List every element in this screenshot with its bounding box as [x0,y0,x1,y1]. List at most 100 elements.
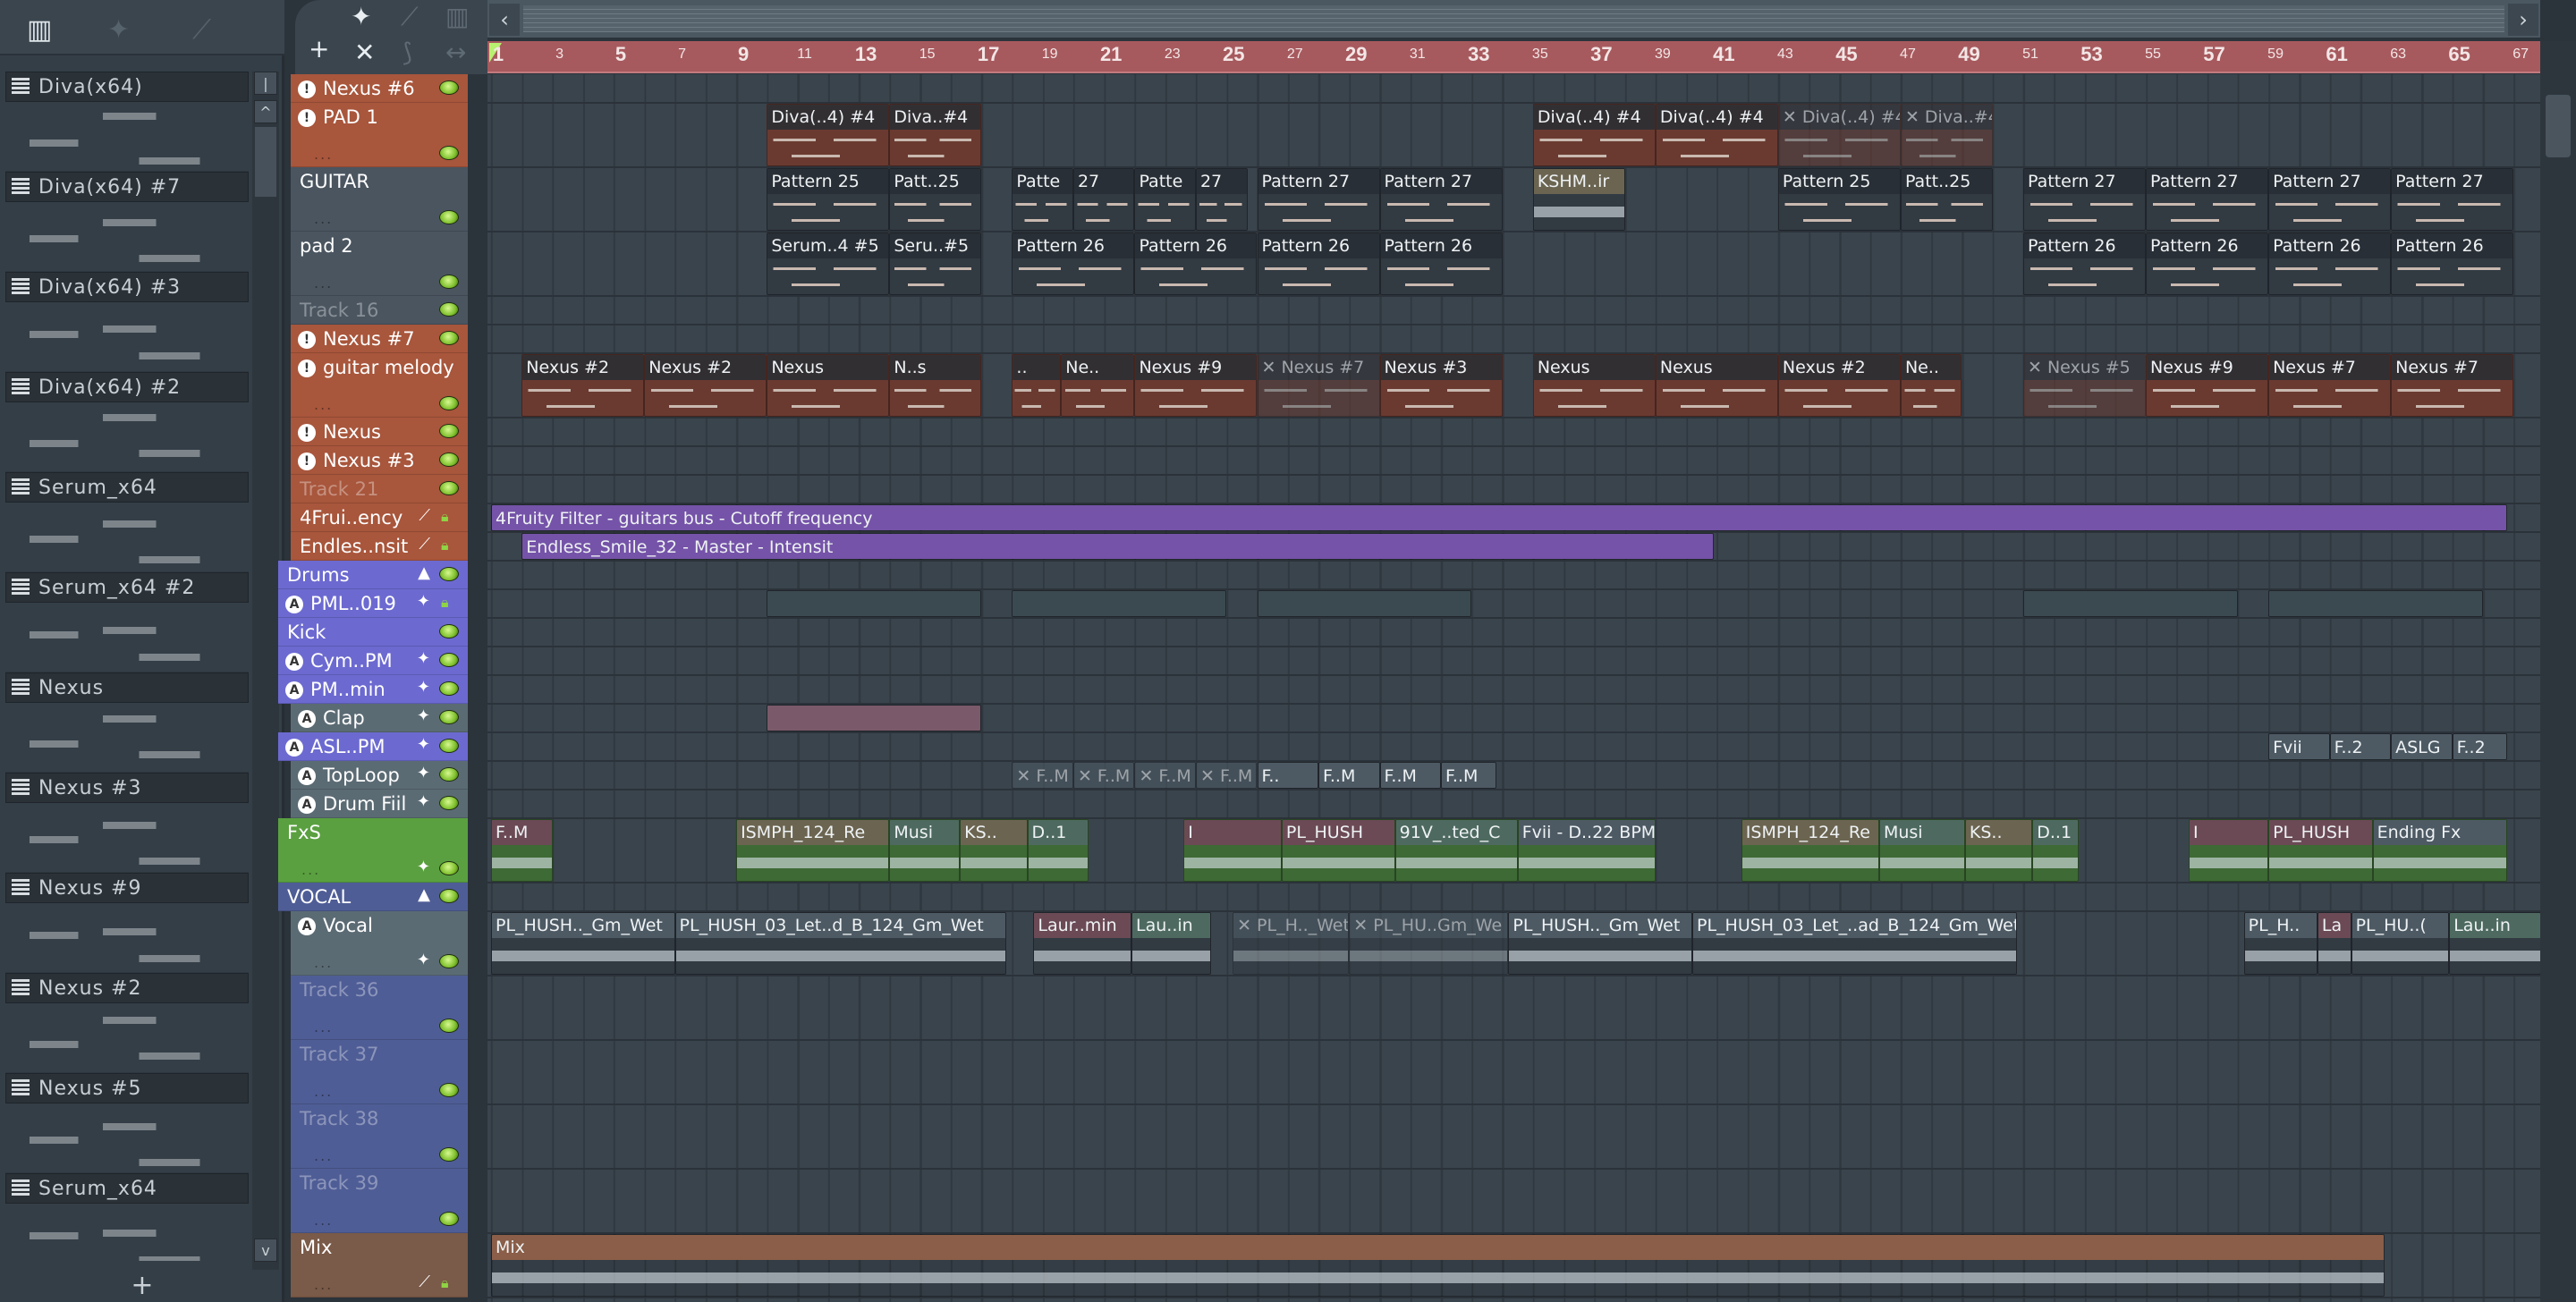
picker-pattern[interactable]: Nexus #3 [5,773,249,873]
audio-clip[interactable]: Lau..in [1131,912,1212,975]
stretch-icon[interactable]: ↔ [445,38,466,67]
bar-number[interactable]: 15 [919,46,936,63]
track-mute-led[interactable] [439,954,459,968]
waveform-icon[interactable]: ✦ [417,706,430,725]
track-header[interactable]: ! Nexus #6 [291,74,468,103]
lock-icon[interactable]: 🔒︎ [441,1274,457,1292]
pattern-clip[interactable]: Nexus [1532,354,1656,417]
track-options-dots[interactable]: ... [314,1276,333,1293]
piano-icon[interactable]: ▥ [27,14,52,46]
track-header[interactable]: VOCAL ▲ [278,883,468,911]
track-name[interactable]: Track 16 [300,300,378,321]
bar-number[interactable]: 41 [1713,43,1734,66]
piano-tool-icon[interactable]: ▥ [445,2,469,31]
pattern-clip[interactable]: Pattern 26 [1134,232,1258,295]
pattern-clip[interactable]: Patte [1134,168,1196,231]
track-header[interactable]: ! Nexus [291,418,468,446]
pattern-clip[interactable]: Pattern 25 [767,168,890,231]
pattern-header[interactable]: Nexus [5,672,249,703]
track-mute-led[interactable] [439,1083,459,1097]
bar-number[interactable]: 17 [978,43,999,66]
track-name[interactable]: PM..min [310,679,386,700]
track-name[interactable]: guitar melody [323,357,454,378]
pattern-clip[interactable]: Nexus #9 [1134,354,1258,417]
bar-number[interactable]: 67 [2512,46,2529,63]
track-header[interactable]: ! Nexus #3 [291,446,468,475]
pattern-clip[interactable]: Pattern 26 [2391,232,2514,295]
pattern-header[interactable]: Diva(x64) #2 [5,372,249,402]
track-name[interactable]: VOCAL [287,886,351,908]
audio-clip[interactable] [2023,590,2238,617]
track-header[interactable]: Track 16 [291,296,468,325]
track-header[interactable]: A Drum Fiil ✦ [291,790,468,818]
track-header[interactable]: pad 2... [291,232,468,296]
track-mute-led[interactable] [439,710,459,724]
lock-icon[interactable]: 🔒︎ [441,537,457,554]
pattern-clip[interactable]: Nexus [1655,354,1778,417]
audio-clip[interactable]: ✕ PL_HU..Gm_We [1349,912,1509,975]
bar-number[interactable]: 31 [1410,46,1426,63]
audio-clip[interactable]: ✕ F..M [1072,762,1135,789]
bar-number[interactable]: 35 [1532,46,1548,63]
track-header[interactable]: Endles..nsit 🔒︎ ⟋ [291,532,468,561]
audio-clip[interactable]: ✕ F..M [1195,762,1258,789]
audio-clip[interactable]: I [2189,819,2269,882]
audio-clip[interactable] [767,705,982,731]
audio-clip[interactable] [1012,590,1227,617]
bar-number[interactable]: 19 [1042,46,1058,63]
audio-clip[interactable]: PL_HUSH.._Gm_Wet [491,912,675,975]
bar-number[interactable]: 9 [738,43,749,66]
audio-clip[interactable]: Lau..in [2449,912,2540,975]
track-mute-led[interactable] [439,210,459,224]
pattern-clip[interactable]: Nexus #3 [1379,354,1503,417]
track-name[interactable]: Track 38 [300,1108,378,1129]
picker-pattern[interactable]: Serum_x64 [5,1173,249,1261]
automation-clip[interactable]: 4Fruity Filter - guitars bus - Cutoff fr… [491,504,2508,531]
pattern-clip[interactable]: Patte [1012,168,1073,231]
track-options-dots[interactable]: ... [314,1083,333,1100]
bar-number[interactable]: 43 [1777,46,1793,63]
track-name[interactable]: Nexus #3 [323,450,415,471]
pattern-clip[interactable]: Diva(..4) #4 [767,104,890,166]
picker-scroll-thumb[interactable] [255,127,276,197]
track-name[interactable]: Drums [287,564,350,586]
audio-clip[interactable] [1257,590,1472,617]
bar-number[interactable]: 61 [2326,43,2347,66]
track-mute-led[interactable] [439,767,459,782]
track-header[interactable]: A Vocal ✦... [291,911,468,976]
track-name[interactable]: Kick [287,621,326,643]
track-mute-led[interactable] [439,796,459,810]
audio-clip[interactable]: Fvii [2268,733,2330,760]
scroll-left-button[interactable]: ‹ [489,4,520,36]
audio-clip[interactable]: Musi [889,819,961,882]
track-mute-led[interactable] [439,146,459,160]
track-name[interactable]: Endles..nsit [300,536,408,557]
track-header[interactable]: GUITAR... [291,167,468,232]
pattern-header[interactable]: Serum_x64 #2 [5,572,249,603]
pattern-clip[interactable]: ✕ Diva(..4) #4 [1777,104,1901,166]
track-header[interactable]: ! PAD 1... [291,103,468,167]
bar-number[interactable]: 59 [2267,46,2284,63]
pattern-clip[interactable]: Diva(..4) #4 [1655,104,1778,166]
track-mute-led[interactable] [439,653,459,667]
track-mute-led[interactable] [439,889,459,903]
track-header[interactable]: A Clap ✦ [291,704,468,732]
track-name[interactable]: Nexus [323,421,381,443]
audio-clip[interactable]: F..M [491,819,553,882]
bar-number[interactable]: 29 [1345,43,1367,66]
bar-number[interactable]: 65 [2448,43,2470,66]
lock-icon[interactable]: 🔒︎ [441,594,457,612]
pattern-clip[interactable]: N..s [889,354,982,417]
track-name[interactable]: Clap [323,707,365,729]
curve-icon[interactable]: ⟆ [402,38,412,67]
track-header[interactable]: A TopLoop ✦ [291,761,468,790]
picker-pattern[interactable]: Diva(x64) #7 [5,172,249,272]
audio-clip[interactable]: F..M [1441,762,1496,789]
track-name[interactable]: Nexus #7 [323,328,415,350]
audio-clip[interactable]: F..2 [2452,733,2508,760]
pattern-clip[interactable]: Nexus #9 [2146,354,2269,417]
audio-clip[interactable]: KS.. [960,819,1028,882]
audio-clip[interactable]: 91V_..ted_C [1394,819,1518,882]
bar-number[interactable]: 51 [2022,46,2038,63]
waveform-icon[interactable]: ✦ [107,14,130,46]
